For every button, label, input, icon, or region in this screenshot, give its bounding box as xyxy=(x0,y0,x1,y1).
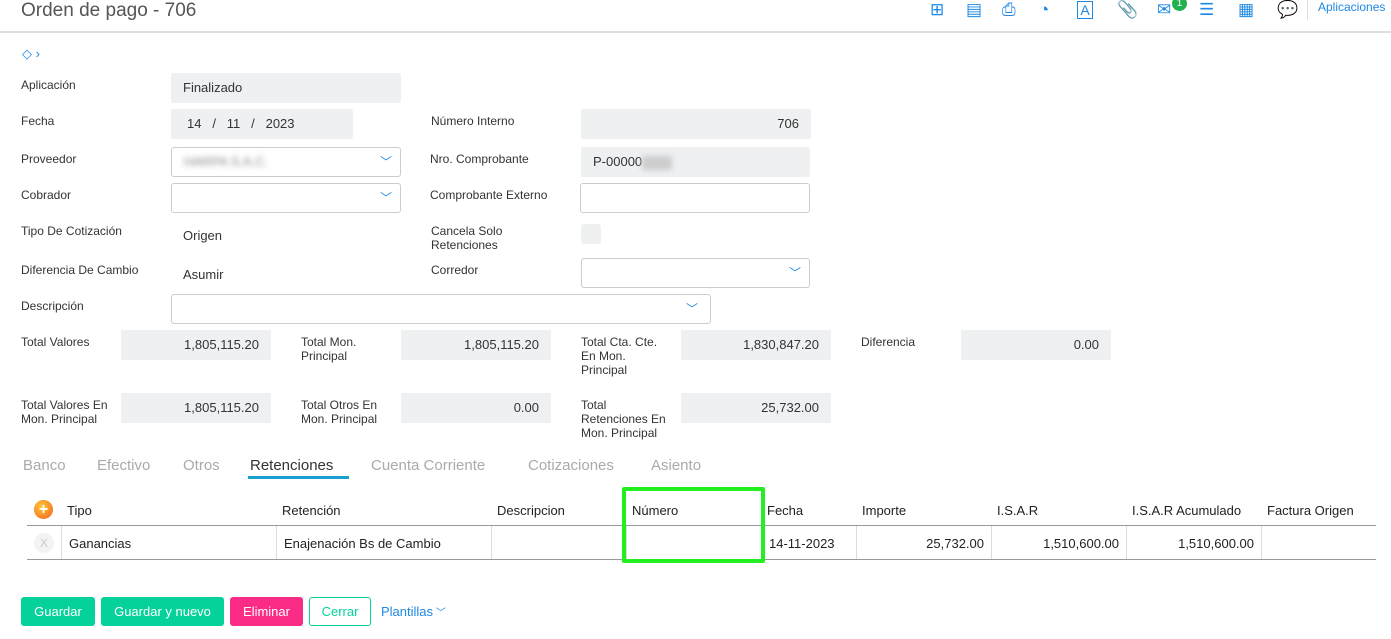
tab-efectivo[interactable]: Efectivo xyxy=(97,457,150,474)
checklist-icon[interactable]: ☰ xyxy=(1199,0,1214,20)
diferencia: 0.00 xyxy=(961,330,1111,360)
mail-badge: 1 xyxy=(1172,0,1187,11)
tag-icon[interactable]: ◇ › xyxy=(22,46,40,62)
nro-comprobante-value: P-00000 xyxy=(593,154,643,169)
column-header: Descripcion xyxy=(497,503,565,518)
add-row-icon[interactable]: + xyxy=(34,500,53,519)
numero-interno-label: Número Interno xyxy=(431,114,515,128)
chevron-down-icon: ﹀ xyxy=(685,302,698,316)
nro-comprobante-label: Nro. Comprobante xyxy=(430,152,529,166)
divider xyxy=(1307,0,1308,20)
column-header: Fecha xyxy=(767,503,804,518)
column-header: Tipo xyxy=(67,503,92,518)
total-mon-principal: 1,805,115.20 xyxy=(401,330,551,360)
month[interactable]: 11 xyxy=(227,116,241,131)
tipo-cotizacion-label: Tipo De Cotización xyxy=(21,224,122,238)
cell-importe[interactable]: 25,732.00 xyxy=(856,536,984,551)
total-label: Total Retenciones En Mon. Principal xyxy=(581,398,666,440)
chevron-down-icon: ﹀ xyxy=(379,155,392,169)
column-header: Retención xyxy=(282,503,341,518)
add-document-icon[interactable]: ⊞ xyxy=(930,0,944,20)
tab-cotizaciones[interactable]: Cotizaciones xyxy=(528,457,614,474)
cell-tipo[interactable]: Ganancias xyxy=(69,536,131,551)
total-valores-mon-principal: 1,805,115.20 xyxy=(121,393,271,423)
tipo-cotizacion-value: Origen xyxy=(183,228,223,243)
tab-retenciones[interactable]: Retenciones xyxy=(250,457,333,474)
tab-otros[interactable]: Otros xyxy=(183,457,220,474)
cobrador-label: Cobrador xyxy=(21,188,72,202)
tab-cuenta-corriente[interactable]: Cuenta Corriente xyxy=(371,457,485,474)
corredor-label: Corredor xyxy=(431,263,479,277)
cancela-label: Cancela Solo Retenciones xyxy=(431,224,503,252)
list-view-icon[interactable]: ▤ xyxy=(966,0,982,20)
total-label: Total Otros En Mon. Principal xyxy=(301,398,378,426)
cell-fecha[interactable]: 14-11-2023 xyxy=(769,536,835,551)
descripcion-select[interactable]: ﹀ xyxy=(171,294,711,324)
fecha-field[interactable]: 14 / 11 / 2023 xyxy=(171,109,353,139)
plantillas-dropdown[interactable]: Plantillas ﹀ xyxy=(381,597,446,626)
proveedor-label: Proveedor xyxy=(21,152,77,166)
year[interactable]: 2023 xyxy=(266,116,295,131)
cobrador-select[interactable]: ﹀ xyxy=(171,183,401,213)
divider xyxy=(0,31,1391,33)
nro-comprobante-field: P-00000 xyxy=(581,147,810,177)
proveedor-value: HARPA S.A.C. xyxy=(184,154,269,169)
proveedor-select[interactable]: HARPA S.A.C. ﹀ xyxy=(171,147,401,177)
form-icon[interactable]: ▦ xyxy=(1238,0,1254,20)
chevron-down-icon: ﹀ xyxy=(433,608,446,619)
cell-retencion[interactable]: Enajenación Bs de Cambio xyxy=(284,536,441,551)
descripcion-label: Descripción xyxy=(21,299,84,313)
diferencia-cambio-label: Diferencia De Cambio xyxy=(21,263,139,277)
numero-interno-field: 706 xyxy=(581,109,811,139)
sep: / xyxy=(251,116,255,131)
comprobante-externo-input[interactable] xyxy=(580,183,810,213)
column-header: Importe xyxy=(862,503,907,518)
total-otros: 0.00 xyxy=(401,393,551,423)
total-label: Diferencia xyxy=(861,335,916,349)
cerrar-button[interactable]: Cerrar xyxy=(309,597,371,626)
text-icon[interactable]: A xyxy=(1077,1,1093,19)
column-header: I.S.A.R Acumulado xyxy=(1132,503,1242,518)
sep: / xyxy=(212,116,216,131)
guardar-button[interactable]: Guardar xyxy=(21,597,95,626)
tab-banco[interactable]: Banco xyxy=(23,457,66,474)
active-tab-indicator xyxy=(248,476,349,479)
cell-isar-acumulado[interactable]: 1,510,600.00 xyxy=(1126,536,1254,551)
day[interactable]: 14 xyxy=(187,116,201,131)
guardar-nuevo-button[interactable]: Guardar y nuevo xyxy=(101,597,224,626)
chevron-down-icon: ﹀ xyxy=(788,266,801,280)
attachment-icon[interactable]: 📎 xyxy=(1117,0,1138,20)
total-label: Total Valores xyxy=(21,335,90,349)
comprobante-externo-label: Comprobante Externo xyxy=(430,188,548,202)
cancela-checkbox[interactable] xyxy=(581,224,601,244)
column-header: Factura Origen xyxy=(1267,503,1354,518)
corredor-select[interactable]: ﹀ xyxy=(581,258,810,288)
page-title: Orden de pago - 706 xyxy=(21,0,197,21)
total-valores: 1,805,115.20 xyxy=(121,330,271,360)
print-icon[interactable]: ⎙ xyxy=(1002,0,1016,20)
diferencia-cambio-value: Asumir xyxy=(183,267,224,282)
mail-icon[interactable]: ✉ xyxy=(1157,0,1171,20)
chevron-down-icon: ﹀ xyxy=(379,191,392,205)
total-retenciones: 25,732.00 xyxy=(681,393,831,423)
fecha-label: Fecha xyxy=(21,114,55,128)
eliminar-button[interactable]: Eliminar xyxy=(230,597,303,626)
total-label: Total Mon. Principal xyxy=(301,335,357,363)
aplicacion-label: Aplicación xyxy=(21,78,76,92)
total-label: Total Valores En Mon. Principal xyxy=(21,398,108,426)
comment-icon[interactable]: 💬 xyxy=(1277,0,1298,20)
history-icon[interactable]: ◔ xyxy=(1039,0,1049,20)
highlight-box xyxy=(622,487,765,563)
plantillas-label: Plantillas xyxy=(381,604,434,619)
apps-link[interactable]: Aplicaciones xyxy=(1318,0,1385,14)
aplicacion-field: Finalizado xyxy=(171,73,401,103)
column-header: I.S.A.R xyxy=(997,503,1039,518)
cell-isar[interactable]: 1,510,600.00 xyxy=(991,536,1119,551)
total-cta-cte: 1,830,847.20 xyxy=(681,330,831,360)
tab-asiento[interactable]: Asiento xyxy=(651,457,701,474)
total-label: Total Cta. Cte. En Mon. Principal xyxy=(581,335,658,377)
remove-row-button[interactable]: X xyxy=(34,533,54,553)
